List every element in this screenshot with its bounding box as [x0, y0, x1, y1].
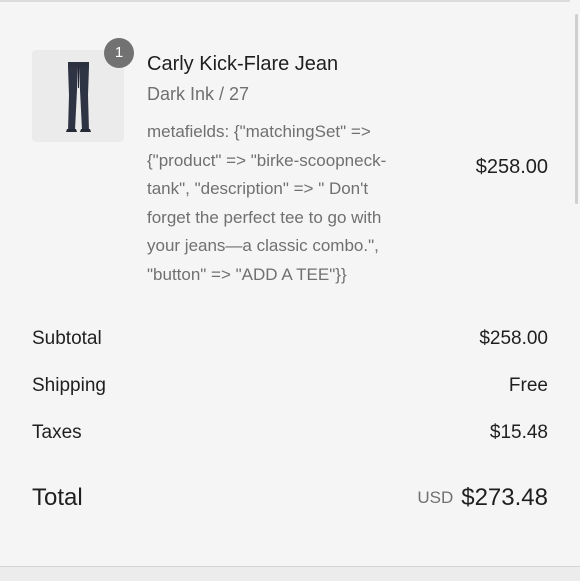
scrollbar-thumb[interactable] [575, 14, 578, 204]
total-label: Total [32, 484, 83, 511]
bottom-divider [0, 566, 580, 581]
product-price: $258.00 [475, 156, 548, 178]
total-value: USD $273.48 [417, 484, 548, 512]
subtotal-label: Subtotal [32, 328, 102, 349]
quantity-badge: 1 [104, 38, 134, 68]
total-amount: $273.48 [461, 484, 548, 511]
product-metafields: metafields: {"matchingSet" => {"product"… [147, 122, 387, 284]
shipping-value: Free [508, 375, 548, 396]
total-currency: USD [417, 488, 454, 507]
shipping-row: Shipping Free [32, 375, 548, 403]
total-row: Total USD $273.48 [32, 484, 548, 518]
product-title: Carly Kick-Flare Jean [147, 53, 339, 75]
subtotal-value: $258.00 [479, 328, 548, 349]
scrollbar[interactable] [570, 0, 580, 570]
product-variant: Dark Ink / 27 [147, 84, 250, 104]
taxes-row: Taxes $15.48 [32, 422, 548, 450]
top-divider [0, 0, 580, 2]
subtotal-row: Subtotal $258.00 [32, 328, 548, 356]
taxes-label: Taxes [32, 422, 82, 443]
shipping-label: Shipping [32, 375, 106, 396]
taxes-value: $15.48 [489, 422, 548, 443]
